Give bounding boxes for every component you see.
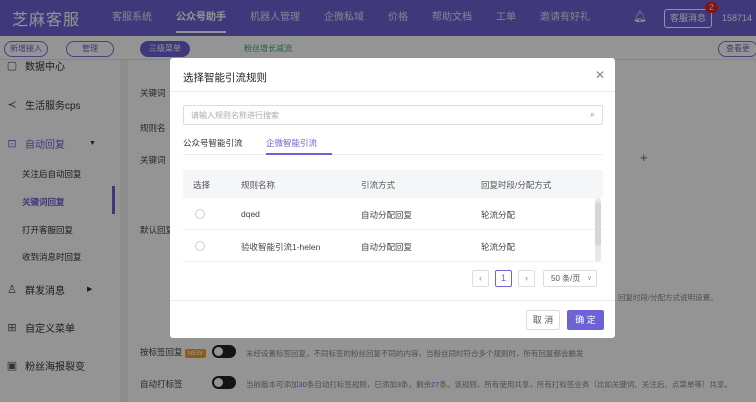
- reply-mode-cell: 轮流分配: [481, 210, 516, 220]
- rule-name-cell: 验收智能引流1-helen: [241, 242, 321, 252]
- select-traffic-rule-dialog: 选择智能引流规则 ✕ ⌕ 公众号智能引流 企微智能引流 选择 规则名称 引流方式…: [170, 58, 615, 338]
- table-scrollbar[interactable]: [595, 198, 601, 262]
- tab-official-account-traffic[interactable]: 公众号智能引流: [183, 137, 243, 149]
- rule-search-box: ⌕: [183, 105, 603, 125]
- divider: [170, 300, 615, 301]
- rule-search-input[interactable]: [184, 106, 579, 124]
- method-cell: 自动分配回复: [361, 242, 413, 252]
- column-header-select: 选择: [193, 180, 211, 190]
- rule-name-cell: dqed: [241, 209, 260, 219]
- next-page-button[interactable]: ›: [518, 270, 535, 287]
- prev-page-button[interactable]: ‹: [472, 270, 489, 287]
- table-row[interactable]: 验收智能引流1-helen 自动分配回复 轮流分配: [183, 230, 603, 262]
- dialog-title: 选择智能引流规则: [183, 72, 267, 84]
- search-icon[interactable]: ⌕: [590, 109, 595, 120]
- page-number-button[interactable]: 1: [495, 270, 512, 287]
- reply-mode-cell: 轮流分配: [481, 242, 516, 252]
- table-header: 选择 规则名称 引流方式 回复时段/分配方式: [183, 170, 603, 198]
- active-tab-underline: [266, 153, 332, 155]
- scrollbar-thumb[interactable]: [595, 202, 601, 246]
- tab-wecom-traffic[interactable]: 企微智能引流: [266, 137, 317, 149]
- divider: [170, 91, 615, 92]
- method-cell: 自动分配回复: [361, 210, 413, 220]
- rule-tabs: 公众号智能引流 企微智能引流: [183, 135, 603, 155]
- column-header-reply-mode: 回复时段/分配方式: [481, 180, 552, 190]
- row-radio[interactable]: [195, 241, 205, 251]
- table-row[interactable]: dqed 自动分配回复 轮流分配: [183, 198, 603, 230]
- close-icon[interactable]: ✕: [595, 68, 605, 82]
- chevron-down-icon: ∨: [586, 275, 592, 282]
- cancel-button[interactable]: 取 消: [526, 310, 560, 330]
- column-header-rule-name: 规则名称: [241, 180, 276, 190]
- confirm-button[interactable]: 确 定: [567, 310, 604, 330]
- row-radio[interactable]: [195, 209, 205, 219]
- page-size-select[interactable]: 50 条/页 ∨: [543, 270, 597, 287]
- column-header-method: 引流方式: [361, 180, 396, 190]
